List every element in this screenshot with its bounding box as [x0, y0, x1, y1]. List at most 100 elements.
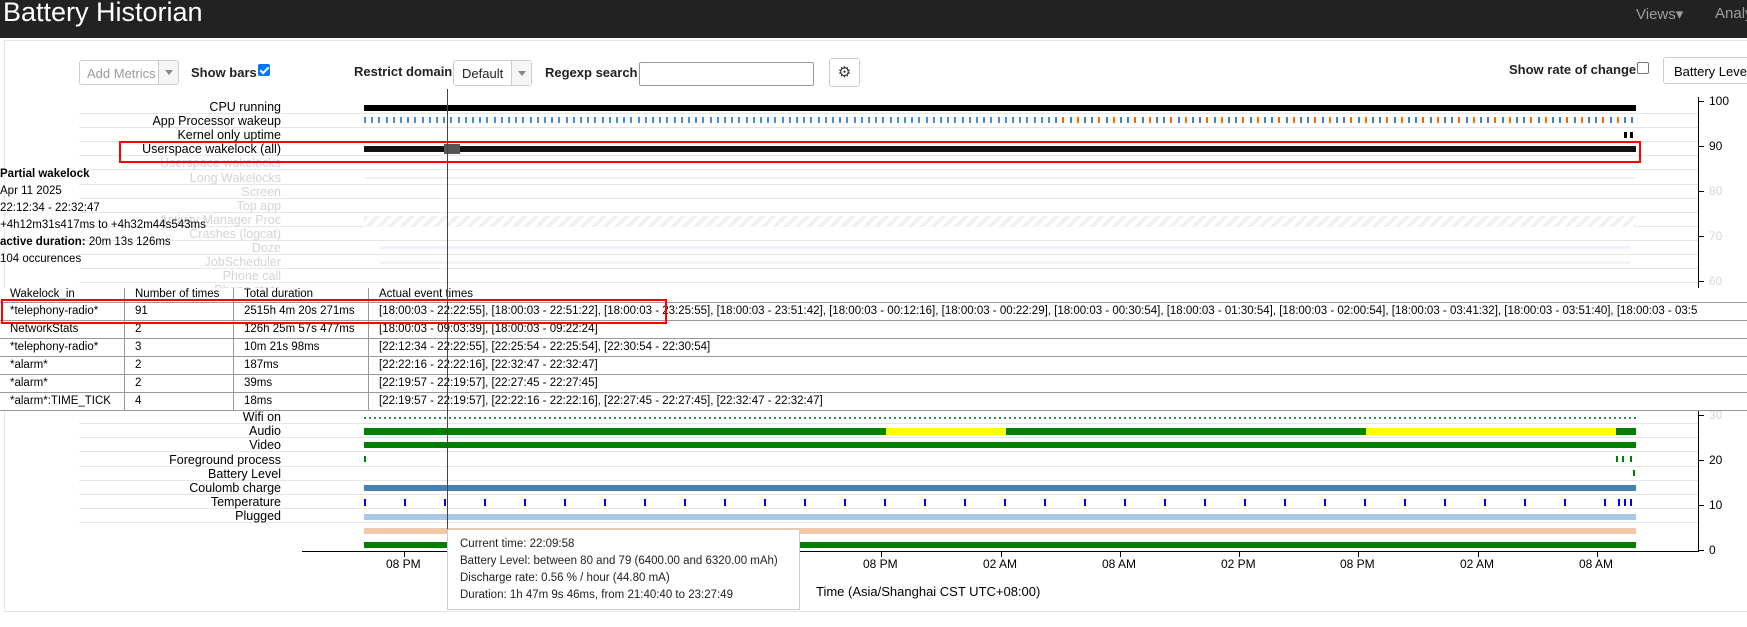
wakeup-tick[interactable] [1379, 117, 1382, 123]
wifi-radio-tick[interactable] [544, 417, 546, 419]
wifi-radio-tick[interactable] [1364, 417, 1366, 419]
wifi-radio-tick[interactable] [1089, 417, 1091, 419]
wakeup-tick[interactable] [529, 117, 532, 123]
wifi-radio-tick[interactable] [564, 417, 566, 419]
wifi-radio-tick[interactable] [1109, 417, 1111, 419]
wakeup-tick[interactable] [904, 117, 906, 123]
wifi-radio-tick[interactable] [1319, 417, 1321, 419]
wakeup-tick[interactable] [1148, 117, 1151, 123]
wakeup-tick[interactable] [1112, 117, 1115, 123]
wifi-radio-tick[interactable] [1269, 417, 1271, 419]
wifi-signal-yellow[interactable] [886, 428, 1006, 435]
wifi-radio-tick[interactable] [969, 417, 971, 419]
wakeup-tick[interactable] [608, 117, 611, 123]
wakeup-tick[interactable] [1177, 117, 1180, 123]
wakeup-tick[interactable] [1156, 117, 1158, 123]
wifi-radio-tick[interactable] [1149, 417, 1151, 419]
add-metrics-dropdown[interactable]: Add Metrics [79, 60, 179, 85]
wifi-radio-tick[interactable] [949, 417, 951, 419]
wakeup-tick[interactable] [1336, 117, 1338, 123]
wifi-radio-tick[interactable] [1069, 417, 1071, 419]
wifi-radio-tick[interactable] [1404, 417, 1406, 419]
analysis-menu[interactable]: Analy [1715, 5, 1747, 22]
wakeup-tick[interactable] [1559, 117, 1562, 123]
metric-label[interactable]: Video [249, 438, 281, 452]
wifi-radio-tick[interactable] [1239, 417, 1241, 419]
wifi-radio-tick[interactable] [1549, 417, 1551, 419]
wifi-radio-tick[interactable] [1539, 417, 1541, 419]
wakeup-tick[interactable] [673, 117, 676, 123]
wakeup-tick[interactable] [868, 117, 870, 123]
wifi-radio-tick[interactable] [1559, 417, 1561, 419]
wifi-signal-green[interactable] [1616, 428, 1636, 435]
wifi-radio-tick[interactable] [1259, 417, 1261, 419]
wifi-radio-tick[interactable] [814, 417, 816, 419]
table-row[interactable]: *alarm*:TIME_TICK 4 18ms [22:19:57 - 22:19:… [0, 393, 1747, 411]
wifi-radio-tick[interactable] [994, 417, 996, 419]
wakeup-tick[interactable] [1480, 117, 1482, 123]
wakeup-tick[interactable] [1516, 117, 1518, 123]
wifi-radio-tick[interactable] [1264, 417, 1266, 419]
wakeup-tick[interactable] [1393, 117, 1396, 123]
wakeup-tick[interactable] [1264, 117, 1266, 123]
wifi-radio-tick[interactable] [1194, 417, 1196, 419]
wakeup-tick[interactable] [493, 117, 496, 123]
wifi-radio-tick[interactable] [559, 417, 561, 419]
wifi-radio-tick[interactable] [1204, 417, 1206, 419]
wakeup-tick[interactable] [1465, 117, 1468, 123]
settings-button[interactable]: ⚙ [829, 58, 860, 87]
wakeup-tick[interactable] [1134, 117, 1137, 123]
wifi-radio-tick[interactable] [1424, 417, 1426, 419]
wakeup-tick[interactable] [1242, 117, 1245, 123]
wakeup-tick[interactable] [508, 117, 510, 123]
wakeup-tick[interactable] [1076, 117, 1079, 123]
wifi-radio-tick[interactable] [779, 417, 781, 419]
wakeup-tick[interactable] [436, 117, 438, 123]
wifi-radio-tick[interactable] [624, 417, 626, 419]
wifi-radio-tick[interactable] [759, 417, 761, 419]
wifi-radio-tick[interactable] [634, 417, 636, 419]
wakeup-tick[interactable] [414, 117, 417, 123]
wakeup-tick[interactable] [1523, 117, 1526, 123]
wakeup-tick[interactable] [407, 117, 410, 123]
wifi-radio-tick[interactable] [1244, 417, 1246, 419]
wakeup-tick[interactable] [680, 117, 683, 123]
wakeup-tick[interactable] [695, 117, 698, 123]
wifi-radio-tick[interactable] [1279, 417, 1281, 419]
wifi-radio-tick[interactable] [429, 417, 431, 419]
wakeup-tick[interactable] [738, 117, 741, 123]
wifi-radio-tick[interactable] [1524, 417, 1526, 419]
wifi-radio-tick[interactable] [894, 417, 896, 419]
wakeup-tick[interactable] [781, 117, 784, 123]
table-row[interactable]: *alarm* 2 39ms [22:19:57 - 22:19:57], [22:2… [0, 375, 1747, 393]
wakeup-tick[interactable] [601, 117, 604, 123]
wakeup-tick[interactable] [1141, 117, 1144, 123]
wakeup-tick[interactable] [1458, 117, 1461, 123]
wifi-radio-tick[interactable] [504, 417, 506, 419]
wifi-radio-tick[interactable] [1304, 417, 1306, 419]
wifi-radio-tick[interactable] [819, 417, 821, 419]
wakeup-tick[interactable] [544, 117, 546, 123]
wifi-radio-tick[interactable] [529, 417, 531, 419]
wifi-radio-tick[interactable] [1019, 417, 1021, 419]
wifi-radio-tick[interactable] [379, 417, 381, 419]
wakeup-tick[interactable] [421, 117, 424, 123]
wakeup-tick[interactable] [1199, 117, 1202, 123]
wifi-radio-tick[interactable] [1534, 417, 1536, 419]
wifi-radio-tick[interactable] [369, 417, 371, 419]
wifi-radio-tick[interactable] [1469, 417, 1471, 419]
audio-tick[interactable] [364, 456, 366, 462]
battery-level-tick[interactable] [884, 499, 886, 506]
wakeup-tick[interactable] [1271, 117, 1274, 123]
wifi-radio-tick[interactable] [1209, 417, 1211, 419]
wakeup-tick[interactable] [1472, 117, 1475, 123]
battery-level-tick[interactable] [404, 499, 406, 506]
wifi-radio-tick[interactable] [1114, 417, 1116, 419]
wifi-radio-tick[interactable] [1474, 417, 1476, 419]
wifi-radio-tick[interactable] [509, 417, 511, 419]
wakeup-tick[interactable] [1026, 117, 1029, 123]
wifi-radio-tick[interactable] [929, 417, 931, 419]
wakeup-tick[interactable] [1105, 117, 1108, 123]
wakeup-tick[interactable] [724, 117, 726, 123]
show-rate-checkbox[interactable] [1637, 62, 1649, 74]
